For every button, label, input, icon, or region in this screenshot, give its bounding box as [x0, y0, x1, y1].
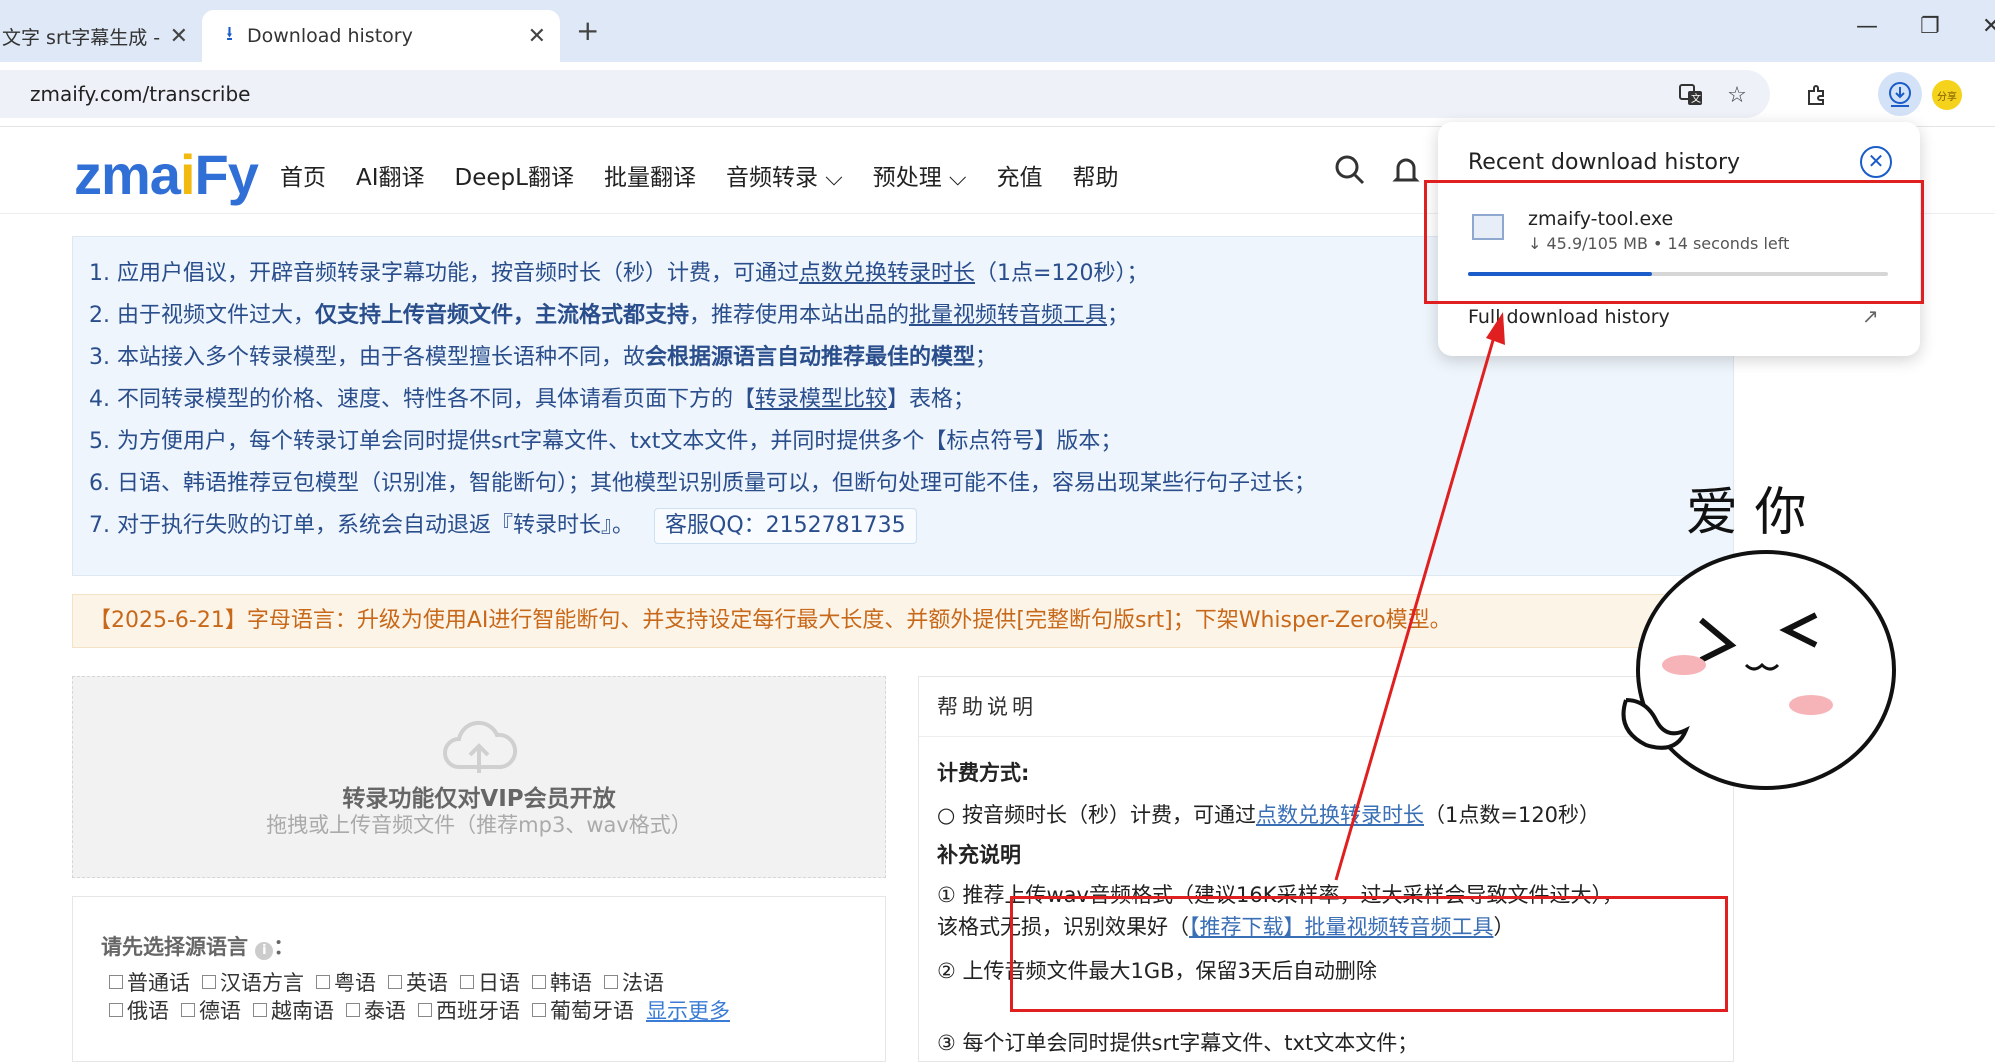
cartoon-sticker: 爱 你 [1606, 470, 1906, 800]
cartoon-face-icon [1621, 550, 1896, 790]
